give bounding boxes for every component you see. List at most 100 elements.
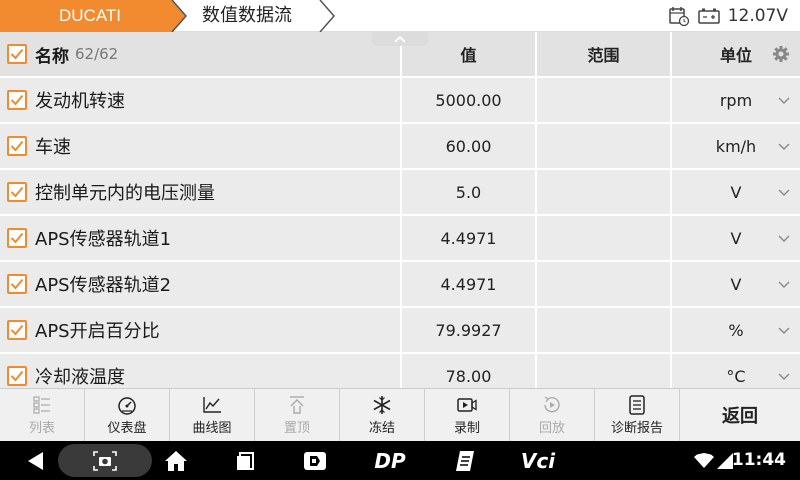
row-unit-select[interactable]: rpm (672, 78, 800, 124)
graph-button[interactable]: 曲线图 (170, 389, 255, 441)
video-record-icon (457, 397, 477, 412)
row-name: 车速 (35, 137, 71, 158)
manual-book-icon (456, 450, 474, 471)
row-name-cell: 车速 (0, 124, 402, 170)
report-button[interactable]: 诊断报告 (595, 389, 680, 441)
row-unit: km/h (715, 136, 757, 156)
freeze-label: 冻结 (368, 420, 395, 436)
pin-top-label: 置顶 (283, 420, 310, 436)
row-value-cell: 5.0 (402, 170, 537, 216)
row-unit-select[interactable]: % (672, 308, 800, 354)
row-name: APS传感器轨道2 (35, 275, 172, 296)
list-button[interactable]: 列表 (0, 389, 85, 441)
breadcrumb-arrow (319, 0, 335, 32)
row-unit: V (730, 182, 742, 202)
row-unit-select[interactable]: V (672, 262, 800, 308)
header-name-cell: 名称 62/62 (0, 32, 402, 78)
pin-top-button[interactable]: 置顶 (255, 389, 340, 441)
screenshot-button[interactable] (88, 441, 122, 480)
row-value-cell: 4.4971 (402, 262, 537, 308)
row-checkbox[interactable] (7, 182, 27, 202)
nav-manual-button[interactable] (450, 441, 480, 480)
check-icon (10, 140, 24, 152)
row-name-cell: APS开启百分比 (0, 308, 402, 354)
row-name: 控制单元内的电压测量 (35, 183, 215, 204)
column-header-value-label: 值 (460, 46, 477, 65)
battery-icon (697, 8, 720, 24)
line-chart-icon (203, 396, 221, 413)
row-range-cell (537, 78, 672, 124)
row-checkbox[interactable] (7, 320, 27, 340)
gauge-button[interactable]: 仪表盘 (85, 389, 170, 441)
back-triangle-icon (28, 451, 43, 470)
chevron-down-icon (778, 327, 790, 334)
calendar-clock-icon (668, 7, 689, 27)
document-icon (629, 394, 645, 415)
back-button[interactable]: 返回 (680, 389, 800, 441)
status-area: 12.07V (668, 0, 788, 32)
gear-icon[interactable] (772, 45, 790, 63)
signal-icon (716, 452, 733, 469)
row-checkbox[interactable] (7, 366, 27, 386)
check-icon (10, 232, 24, 244)
collapse-handle[interactable] (372, 32, 428, 46)
table-row[interactable]: 发动机转速 5000.00 rpm (0, 78, 800, 124)
table-row[interactable]: 控制单元内的电压测量 5.0 V (0, 170, 800, 216)
row-name-cell: APS传感器轨道1 (0, 216, 402, 262)
check-icon (10, 94, 24, 106)
row-unit: rpm (719, 90, 753, 110)
table-row[interactable]: APS传感器轨道2 4.4971 V (0, 262, 800, 308)
nav-dp-button[interactable]: DP (366, 441, 414, 480)
row-value-cell: 5000.00 (402, 78, 537, 124)
back-label: 返回 (722, 406, 758, 427)
row-value: 4.4971 (440, 274, 497, 294)
column-header-range-label: 范围 (587, 46, 620, 65)
row-value: 5000.00 (435, 90, 502, 110)
row-checkbox[interactable] (7, 136, 27, 156)
column-header-unit: 单位 (672, 32, 800, 78)
nav-vci-manager-button[interactable] (298, 441, 332, 480)
chevron-down-icon (778, 143, 790, 150)
row-unit-select[interactable]: V (672, 170, 800, 216)
row-checkbox[interactable] (7, 228, 27, 248)
nav-vci-button[interactable]: Vci (518, 441, 558, 480)
row-unit: V (730, 274, 742, 294)
freeze-button[interactable]: 冻结 (340, 389, 425, 441)
system-status-icons (692, 441, 734, 480)
row-range-cell (537, 170, 672, 216)
row-checkbox[interactable] (7, 274, 27, 294)
row-unit-select[interactable]: V (672, 216, 800, 262)
check-icon (10, 278, 24, 290)
table-row[interactable]: 冷却液温度 78.00 °C (0, 354, 800, 388)
table-row[interactable]: APS传感器轨道1 4.4971 V (0, 216, 800, 262)
table-row[interactable]: 车速 60.00 km/h (0, 124, 800, 170)
row-checkbox[interactable] (7, 90, 27, 110)
row-value: 60.00 (445, 136, 492, 156)
row-name-cell: 发动机转速 (0, 78, 402, 124)
select-all-checkbox[interactable] (7, 44, 27, 64)
list-icon (33, 395, 50, 414)
row-unit: °C (726, 366, 746, 386)
row-unit-select[interactable]: °C (672, 354, 800, 388)
chevron-down-icon (778, 235, 790, 242)
nav-home-button[interactable] (160, 441, 192, 480)
record-button[interactable]: 录制 (425, 389, 510, 441)
nav-recents-button[interactable] (230, 441, 260, 480)
playback-button[interactable]: 回放 (510, 389, 595, 441)
row-value: 79.9927 (435, 320, 502, 340)
row-range-cell (537, 216, 672, 262)
chevron-down-icon (778, 97, 790, 104)
list-label: 列表 (28, 420, 55, 436)
playback-label: 回放 (538, 420, 565, 436)
column-header-unit-label: 单位 (719, 46, 752, 65)
row-value: 78.00 (445, 366, 492, 386)
row-value: 4.4971 (440, 228, 497, 248)
gauge-label: 仪表盘 (107, 420, 147, 436)
camera-icon (93, 450, 117, 471)
check-icon (10, 370, 24, 382)
data-stream-table[interactable]: 名称 62/62 值 范围 单位 发动机转速 5000.00 rpm 车速 60… (0, 32, 800, 388)
table-row[interactable]: APS开启百分比 79.9927 % (0, 308, 800, 354)
row-unit-select[interactable]: km/h (672, 124, 800, 170)
voltage-readout: 12.07V (727, 6, 788, 26)
nav-back-button[interactable] (20, 441, 50, 480)
